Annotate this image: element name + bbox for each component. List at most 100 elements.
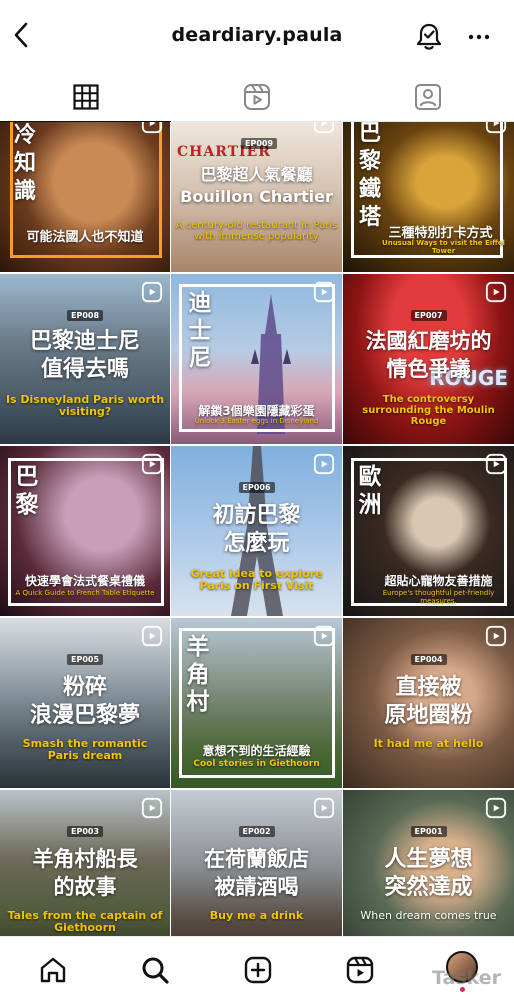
episode-badge: EP003 [66, 826, 104, 837]
more-horizontal-icon [468, 34, 490, 40]
episode-badge: EP008 [66, 310, 104, 321]
post-tile[interactable]: 歐洲 超貼心寵物友善措施 Europe's thoughtful pet-fri… [343, 446, 514, 616]
post-vertical-title: 迪士尼 [188, 290, 212, 372]
post-tile[interactable]: EP003 羊角村船長 的故事 Tales from the captain o… [0, 790, 170, 936]
reels-icon [243, 83, 270, 110]
post-caption: 快速學會法式餐桌禮儀 [24, 574, 145, 588]
post-subtitle: Buy me a drink [209, 909, 304, 922]
episode-badge: EP005 [66, 654, 104, 665]
bottom-navigation: Tasker [0, 936, 514, 1000]
nav-create[interactable] [241, 953, 275, 987]
home-icon [40, 957, 66, 983]
search-icon [142, 957, 169, 984]
post-title-line-1: 巴黎迪士尼 [29, 329, 140, 354]
post-title-line-2: 被請酒喝 [214, 875, 299, 899]
tab-reels[interactable] [171, 72, 342, 121]
post-subtitle: Cool stories in Giethoorn [193, 759, 320, 769]
post-title-line-1: 初訪巴黎 [212, 503, 301, 528]
nav-search[interactable] [138, 953, 172, 987]
more-options-button[interactable] [464, 22, 494, 52]
post-subtitle: Tales from the captain of Giethoorn [7, 909, 163, 935]
post-caption: 可能法國人也不知道 [26, 230, 144, 245]
episode-badge: EP009 [240, 138, 278, 149]
reels-icon [346, 956, 374, 984]
post-subtitle: Europe's thoughtful pet-friendly measure… [382, 589, 495, 605]
tab-posts-grid[interactable] [0, 72, 172, 122]
profile-header: deardiary.paula [0, 0, 514, 72]
post-vertical-title: 巴黎鐵塔 [358, 122, 381, 231]
post-title-line-1: 羊角村船長 [32, 847, 138, 871]
episode-badge: EP002 [238, 826, 275, 837]
episode-badge: EP006 [238, 482, 275, 493]
post-subtitle: When dream comes true [360, 909, 497, 922]
post-tile[interactable]: CHARTIER EP009 巴黎超人氣餐廳 Bouillon Chartier… [171, 122, 342, 272]
reels-icon [313, 453, 335, 475]
post-tile[interactable]: EP008 巴黎迪士尼 值得去嗎 Is Disneyland Paris wor… [0, 274, 170, 444]
post-caption: 超貼心寵物友善措施 [384, 574, 493, 588]
post-subtitle: A century-old restaurant in Paris with i… [175, 220, 338, 242]
grid-icon [73, 83, 99, 110]
tab-tagged[interactable] [343, 72, 514, 121]
reels-icon [485, 122, 507, 134]
reels-icon [485, 797, 507, 819]
post-tile[interactable]: 冷知識 可能法國人也不知道 [0, 122, 170, 272]
watermark-text: Tasker [432, 967, 502, 989]
reels-icon [313, 122, 335, 134]
post-title-line-1: 人生夢想 [384, 847, 473, 872]
post-tile[interactable]: 巴黎 快速學會法式餐桌禮儀 A Quick Guide to French Ta… [0, 446, 170, 616]
post-tile[interactable]: EP004 直接被 原地圈粉 It had me at hello [343, 618, 514, 788]
reels-icon [141, 625, 163, 647]
post-title-line-2: 突然達成 [384, 875, 473, 900]
post-tile[interactable]: EP005 粉碎 浪漫巴黎夢 Smash the romantic Paris … [0, 618, 170, 788]
nav-reels[interactable] [343, 953, 377, 987]
reels-icon [141, 453, 163, 475]
post-vertical-title: 羊角村 [186, 634, 210, 716]
reels-icon [313, 797, 335, 819]
post-title-line-1: 粉碎 [62, 675, 107, 700]
posts-grid: 冷知識 可能法國人也不知道 CHARTIER EP009 巴黎超人氣餐廳 Bou… [0, 122, 514, 936]
post-tile[interactable]: ROUGE EP007 法國紅磨坊的 情色爭議 The controversy … [343, 274, 514, 444]
reels-icon [141, 122, 163, 134]
episode-badge: EP004 [410, 654, 447, 665]
episode-badge: EP001 [410, 826, 447, 837]
reels-icon [485, 281, 507, 303]
notifications-button[interactable] [412, 20, 446, 54]
post-title-line-2: 浪漫巴黎夢 [29, 703, 140, 728]
reels-icon [485, 453, 507, 475]
post-vertical-title: 巴黎 [15, 464, 39, 518]
post-title-line-1: 法國紅磨坊的 [365, 329, 492, 353]
post-subtitle: Smash the romantic Paris dream [22, 737, 148, 763]
reels-icon [313, 281, 335, 303]
post-subtitle: Unusual Ways to visit the Eiffel Tower [382, 239, 505, 255]
post-tile[interactable]: EP001 人生夢想 突然達成 When dream comes true [343, 790, 514, 936]
post-title-line-1: 在荷蘭飯店 [204, 847, 309, 871]
reels-icon [141, 281, 163, 303]
post-title-line-2: 的故事 [53, 875, 117, 899]
post-subtitle: Unlock 3 Easter eggs in Disneyland [194, 417, 319, 425]
tagged-person-icon [415, 83, 442, 110]
reels-icon [313, 625, 335, 647]
reels-icon [485, 625, 507, 647]
post-subtitle: Great idea to explore Paris on First Vis… [190, 567, 323, 593]
post-title-line-1: 巴黎超人氣餐廳 [200, 165, 313, 184]
nav-home[interactable] [36, 953, 70, 987]
post-subtitle: Is Disneyland Paris worth visiting? [5, 393, 165, 419]
episode-badge: EP007 [410, 310, 447, 321]
post-title-line-2: Bouillon Chartier [180, 187, 333, 206]
post-tile[interactable]: EP002 在荷蘭飯店 被請酒喝 Buy me a drink [171, 790, 342, 936]
post-subtitle: It had me at hello [373, 737, 484, 750]
post-caption: 意想不到的生活經驗 [202, 744, 311, 758]
reels-icon [141, 797, 163, 819]
post-title-line-1: 直接被 [395, 675, 462, 700]
post-tile[interactable]: 巴黎鐵塔 三種特別打卡方式 Unusual Ways to visit the … [343, 122, 514, 272]
profile-tabs [0, 72, 514, 122]
post-vertical-title: 冷知識 [13, 123, 36, 205]
post-tile[interactable]: 羊角村 意想不到的生活經驗 Cool stories in Giethoorn [171, 618, 342, 788]
create-post-icon [244, 956, 272, 984]
post-title-line-2: 怎麼玩 [223, 531, 290, 556]
post-subtitle: The controversy surrounding the Moulin R… [362, 394, 495, 427]
post-title-line-2: 情色爭議 [386, 357, 471, 381]
post-subtitle: A Quick Guide to French Table Etiquette [15, 589, 155, 597]
post-tile[interactable]: 迪士尼 解鎖3個樂園隱藏彩蛋 Unlock 3 Easter eggs in D… [171, 274, 342, 444]
post-tile[interactable]: EP006 初訪巴黎 怎麼玩 Great idea to explore Par… [171, 446, 342, 616]
